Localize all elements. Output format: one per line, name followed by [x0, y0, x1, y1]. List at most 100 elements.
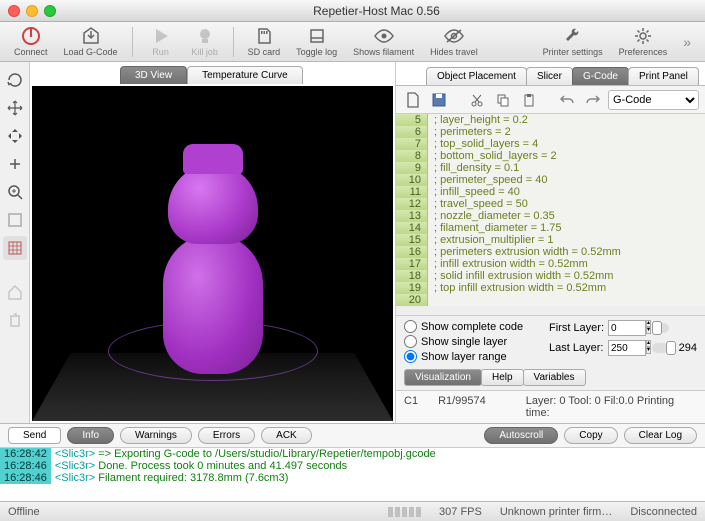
log-errors-tab[interactable]: Errors — [198, 427, 255, 444]
shows-filament-button[interactable]: Shows filament — [347, 24, 420, 59]
code-line[interactable]: ; layer_height = 0.2 — [428, 114, 705, 126]
tab-variables[interactable]: Variables — [523, 369, 586, 386]
run-button[interactable]: Run — [141, 24, 181, 59]
kill-icon — [195, 26, 215, 46]
delete-tool[interactable] — [3, 308, 27, 332]
preferences-button[interactable]: Preferences — [613, 24, 674, 59]
first-layer-slider[interactable] — [652, 323, 669, 333]
connect-icon — [21, 26, 41, 46]
rotate-tool[interactable] — [3, 68, 27, 92]
code-line[interactable]: ; extrusion_multiplier = 1 — [428, 234, 705, 246]
first-layer-stepper[interactable]: ▴▾ — [646, 320, 651, 336]
sd-card-button[interactable]: SD card — [242, 24, 287, 59]
tab-object-placement[interactable]: Object Placement — [426, 67, 527, 85]
play-icon — [151, 26, 171, 46]
autoscroll-button[interactable]: Autoscroll — [484, 427, 558, 444]
minimize-window-button[interactable] — [26, 5, 38, 17]
clear-log-button[interactable]: Clear Log — [624, 427, 697, 444]
log-warnings-tab[interactable]: Warnings — [120, 427, 192, 444]
new-file-button[interactable] — [402, 89, 424, 111]
home-tool[interactable] — [3, 280, 27, 304]
grid-tool[interactable] — [3, 236, 27, 260]
code-line[interactable] — [428, 294, 705, 306]
layer-status: Layer: 0 Tool: 0 Fil:0.0 Printing time: — [526, 395, 697, 419]
connection-status: Offline — [8, 506, 40, 518]
code-line[interactable]: ; nozzle_diameter = 0.35 — [428, 210, 705, 222]
code-line[interactable]: ; top infill extrusion width = 0.52mm — [428, 282, 705, 294]
code-line[interactable]: ; filament_diameter = 1.75 — [428, 222, 705, 234]
activity-indicator — [388, 507, 421, 517]
gcode-editor[interactable]: 5; layer_height = 0.26; perimeters = 27;… — [396, 114, 705, 315]
code-line[interactable]: ; infill extrusion width = 0.52mm — [428, 258, 705, 270]
show-range-radio[interactable]: Show layer range — [404, 350, 544, 363]
copy-log-button[interactable]: Copy — [564, 427, 617, 444]
zoom-window-button[interactable] — [44, 5, 56, 17]
paste-button[interactable] — [518, 89, 540, 111]
last-layer-stepper[interactable]: ▴▾ — [646, 340, 651, 356]
window-titlebar: Repetier-Host Mac 0.56 — [0, 0, 705, 22]
code-line[interactable]: ; solid infill extrusion width = 0.52mm — [428, 270, 705, 282]
line-number: 18 — [396, 270, 428, 282]
zoom-tool[interactable] — [3, 152, 27, 176]
hides-travel-button[interactable]: Hides travel — [424, 24, 484, 59]
line-number: 7 — [396, 138, 428, 150]
code-line[interactable]: ; infill_speed = 40 — [428, 186, 705, 198]
firmware-status: Unknown printer firm… — [500, 506, 612, 518]
code-line[interactable]: ; fill_density = 0.1 — [428, 162, 705, 174]
kill-job-button[interactable]: Kill job — [185, 24, 225, 59]
log-message: <Slic3r> Filament required: 3178.8mm (7.… — [51, 472, 705, 484]
line-number: 16 — [396, 246, 428, 258]
log-info-tab[interactable]: Info — [67, 427, 114, 444]
log-ack-tab[interactable]: ACK — [261, 427, 312, 444]
tab-print-panel[interactable]: Print Panel — [628, 67, 699, 85]
code-line[interactable]: ; perimeters extrusion width = 0.52mm — [428, 246, 705, 258]
move-arrows-tool[interactable] — [3, 96, 27, 120]
line-number: 13 — [396, 210, 428, 222]
tab-help[interactable]: Help — [481, 369, 524, 386]
show-single-radio[interactable]: Show single layer — [404, 335, 544, 348]
zoom-in-tool[interactable] — [3, 180, 27, 204]
undo-button[interactable] — [556, 89, 578, 111]
pan-tool[interactable] — [3, 124, 27, 148]
cursor-row: R1/99574 — [438, 395, 486, 419]
log-message: <Slic3r> => Exporting G-code to /Users/s… — [51, 448, 705, 460]
save-button[interactable] — [428, 89, 450, 111]
log-timestamp: 16:28:46 — [0, 472, 51, 484]
3d-viewport[interactable] — [32, 86, 393, 421]
main-toolbar: Connect Load G-Code Run Kill job SD card… — [0, 22, 705, 62]
toggle-log-button[interactable]: Toggle log — [290, 24, 343, 59]
toolbar-overflow-button[interactable]: » — [677, 34, 697, 50]
code-line[interactable]: ; top_solid_layers = 4 — [428, 138, 705, 150]
code-line[interactable]: ; travel_speed = 50 — [428, 198, 705, 210]
code-line[interactable]: ; bottom_solid_layers = 2 — [428, 150, 705, 162]
tab-visualization[interactable]: Visualization — [404, 369, 482, 386]
first-layer-input[interactable] — [608, 320, 646, 336]
log-timestamp: 16:28:42 — [0, 448, 51, 460]
code-line[interactable]: ; perimeters = 2 — [428, 126, 705, 138]
load-gcode-button[interactable]: Load G-Code — [58, 24, 124, 59]
log-send-button[interactable]: Send — [8, 427, 61, 444]
show-complete-radio[interactable]: Show complete code — [404, 320, 544, 333]
first-layer-label: First Layer: — [549, 322, 604, 334]
cut-button[interactable] — [466, 89, 488, 111]
tab-gcode[interactable]: G-Code — [572, 67, 629, 85]
gcode-type-select[interactable]: G-Code — [608, 90, 699, 110]
line-number: 9 — [396, 162, 428, 174]
tab-slicer[interactable]: Slicer — [526, 67, 573, 85]
connect-button[interactable]: Connect — [8, 24, 54, 59]
printer-settings-button[interactable]: Printer settings — [537, 24, 609, 59]
layer-max: 294 — [673, 342, 697, 354]
model-preview — [143, 144, 283, 374]
last-layer-slider[interactable] — [652, 343, 669, 353]
copy-button[interactable] — [492, 89, 514, 111]
tab-3d-view[interactable]: 3D View — [120, 66, 187, 84]
redo-button[interactable] — [582, 89, 604, 111]
last-layer-input[interactable] — [608, 340, 646, 356]
close-window-button[interactable] — [8, 5, 20, 17]
code-line[interactable]: ; perimeter_speed = 40 — [428, 174, 705, 186]
tab-temperature-curve[interactable]: Temperature Curve — [187, 66, 303, 84]
fit-view-tool[interactable] — [3, 208, 27, 232]
gear-icon — [633, 26, 653, 46]
log-output[interactable]: 16:28:42<Slic3r> => Exporting G-code to … — [0, 448, 705, 501]
line-number: 8 — [396, 150, 428, 162]
